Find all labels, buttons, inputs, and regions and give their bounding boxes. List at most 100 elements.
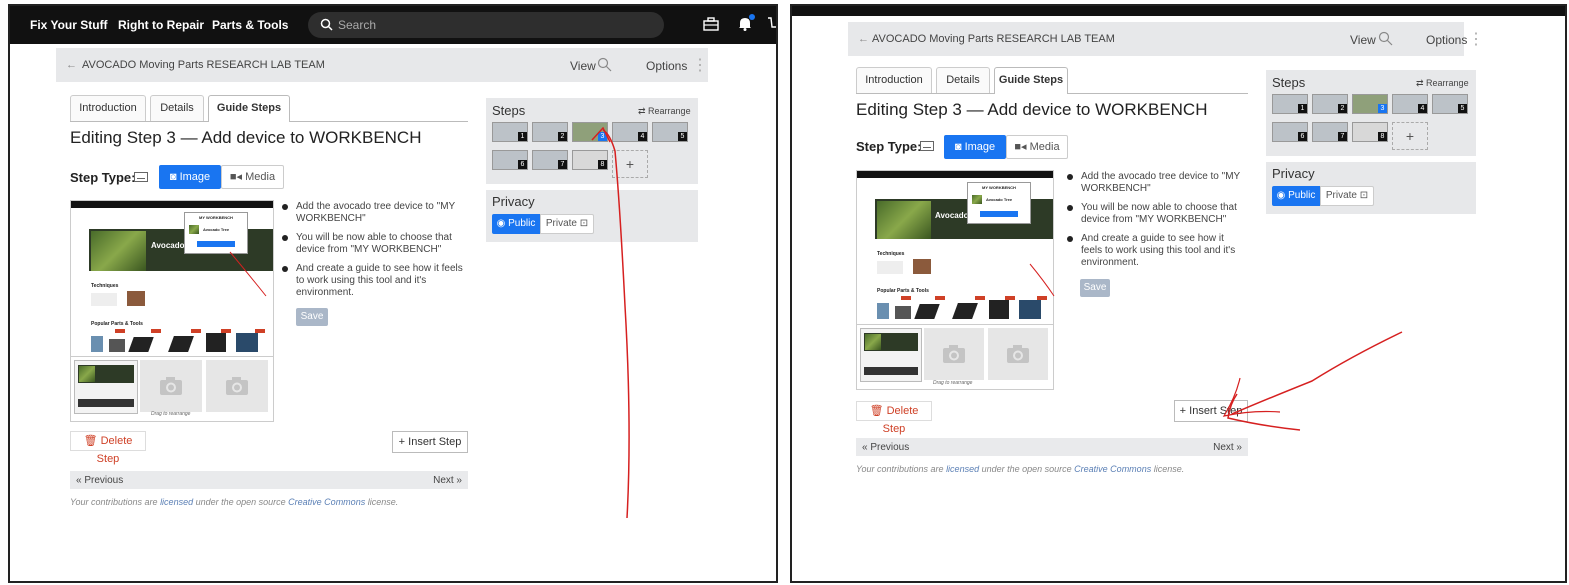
back-arrow-icon[interactable]: ← — [858, 33, 869, 45]
view-button[interactable]: View — [1350, 33, 1376, 47]
image-slot-1[interactable] — [860, 328, 922, 382]
media-step-type-button[interactable]: ■◂ Media — [221, 165, 284, 189]
lock-icon: ⊡ — [576, 218, 589, 229]
step-number: 4 — [1418, 104, 1427, 113]
bullet-item[interactable]: Add the avocado tree device to "MY WORKB… — [282, 201, 472, 225]
add-step-button[interactable]: + — [612, 150, 648, 178]
step-thumb-1[interactable]: 1 — [1272, 94, 1308, 114]
guide-title-link[interactable]: AVOCADO Moving Parts RESEARCH LAB TEAM — [82, 59, 325, 71]
tab-guide-steps[interactable]: Guide Steps — [208, 95, 290, 122]
step-thumb-5[interactable]: 5 — [1432, 94, 1468, 114]
steps-panel: Steps ⇄ Rearrange 1 2 3 4 5 6 7 8 + — [486, 98, 698, 184]
nav-fix-your-stuff[interactable]: Fix Your Stuff — [30, 18, 108, 32]
film-icon: ■◂ — [229, 171, 246, 183]
save-button[interactable]: Save — [296, 308, 328, 326]
public-toggle[interactable]: ◉ Public — [492, 214, 540, 234]
licensed-link[interactable]: licensed — [946, 464, 979, 474]
nav-parts-tools[interactable]: Parts & Tools — [212, 18, 288, 32]
camera-icon — [160, 377, 182, 395]
kebab-icon[interactable]: ⋮ — [1468, 29, 1484, 49]
tab-details[interactable]: Details — [150, 95, 204, 121]
options-button[interactable]: Options — [646, 59, 687, 73]
private-toggle[interactable]: Private ⊡ — [1320, 186, 1374, 206]
image-slot-3[interactable] — [988, 328, 1048, 380]
thumb-techniques: Techniques — [877, 251, 905, 257]
guide-title-link[interactable]: AVOCADO Moving Parts RESEARCH LAB TEAM — [872, 33, 1115, 45]
image-step-type-button[interactable]: ◙ Image — [159, 165, 221, 189]
image-slot-3[interactable] — [206, 360, 268, 412]
next-link[interactable]: Next » — [433, 475, 462, 486]
step-type-label: Step Type: — [856, 139, 922, 154]
add-step-button[interactable]: + — [1392, 122, 1428, 150]
licensed-link[interactable]: licensed — [160, 497, 193, 507]
step-thumb-7[interactable]: 7 — [532, 150, 568, 170]
kebab-icon[interactable]: ⋮ — [692, 55, 708, 75]
tab-guide-steps[interactable]: Guide Steps — [994, 67, 1068, 94]
creative-commons-link[interactable]: Creative Commons — [288, 497, 365, 507]
save-button[interactable]: Save — [1080, 279, 1110, 297]
private-toggle[interactable]: Private ⊡ — [540, 214, 594, 234]
back-arrow-icon[interactable]: ← — [66, 59, 77, 71]
delete-step-button[interactable]: 🗑 Delete Step — [856, 401, 932, 435]
insert-step-button[interactable]: + Insert Step — [392, 431, 468, 453]
rearrange-button[interactable]: ⇄ Rearrange — [638, 106, 691, 117]
private-label: Private — [545, 218, 577, 229]
creative-commons-link[interactable]: Creative Commons — [1074, 464, 1151, 474]
tab-introduction[interactable]: Introduction — [70, 95, 146, 121]
step-thumb-5[interactable]: 5 — [652, 122, 688, 142]
image-label: Image — [964, 141, 996, 153]
step-thumb-4[interactable]: 4 — [1392, 94, 1428, 114]
rearrange-button[interactable]: ⇄ Rearrange — [1416, 78, 1469, 89]
media-label: Media — [245, 171, 276, 183]
bullet-item[interactable]: You will be now able to choose that devi… — [282, 232, 472, 256]
previous-link[interactable]: « Previous — [862, 442, 909, 453]
breadcrumb: ← AVOCADO Moving Parts RESEARCH LAB TEAM… — [848, 22, 1484, 56]
privacy-title: Privacy — [492, 194, 535, 209]
view-button[interactable]: View — [570, 59, 596, 73]
step-thumb-8[interactable]: 8 — [1352, 122, 1388, 142]
search-icon[interactable] — [597, 57, 612, 72]
image-slot-2[interactable] — [140, 360, 202, 412]
bullet-item[interactable]: And create a guide to see how it feels t… — [282, 263, 472, 299]
privacy-panel: Privacy ◉ Public Private ⊡ — [1266, 162, 1476, 214]
step-main-image[interactable]: Avocado Tree MY WORKBENCH Avocado Tree T… — [856, 170, 1054, 326]
step-thumb-3[interactable]: 3 — [572, 122, 608, 142]
popup-item: Avocado Tree — [203, 227, 230, 232]
step-thumb-1[interactable]: 1 — [492, 122, 528, 142]
previous-link[interactable]: « Previous — [76, 475, 123, 486]
nav-right-to-repair[interactable]: Right to Repair — [118, 18, 204, 32]
public-toggle[interactable]: ◉ Public — [1272, 186, 1320, 206]
image-slot-2[interactable] — [924, 328, 984, 380]
tab-introduction[interactable]: Introduction — [856, 67, 932, 93]
toolbox-icon[interactable] — [703, 17, 719, 31]
step-number: 2 — [558, 132, 567, 141]
step-thumb-2[interactable]: 2 — [1312, 94, 1348, 114]
search-icon[interactable] — [1378, 31, 1393, 46]
step-number: 5 — [1458, 104, 1467, 113]
bullet-item[interactable]: You will be now able to choose that devi… — [1067, 202, 1247, 226]
step-thumb-8[interactable]: 8 — [572, 150, 608, 170]
step-number: 6 — [1298, 132, 1307, 141]
step-thumb-2[interactable]: 2 — [532, 122, 568, 142]
image-step-type-button[interactable]: ◙ Image — [944, 135, 1006, 159]
next-link[interactable]: Next » — [1213, 442, 1242, 453]
workbench-popup: MY WORKBENCH Avocado Tree — [184, 212, 248, 254]
step-thumb-4[interactable]: 4 — [612, 122, 648, 142]
search-input[interactable]: Search — [308, 12, 664, 38]
step-number: 8 — [598, 160, 607, 169]
options-button[interactable]: Options — [1426, 33, 1467, 47]
step-thumb-6[interactable]: 6 — [1272, 122, 1308, 142]
step-thumb-3[interactable]: 3 — [1352, 94, 1388, 114]
media-step-type-button[interactable]: ■◂ Media — [1006, 135, 1068, 159]
step-thumb-7[interactable]: 7 — [1312, 122, 1348, 142]
bullet-item[interactable]: And create a guide to see how it feels t… — [1067, 233, 1247, 269]
tab-details[interactable]: Details — [936, 67, 990, 93]
step-main-image[interactable]: Avocado Tree MY WORKBENCH Avocado Tree T… — [70, 200, 274, 360]
insert-step-button[interactable]: + Insert Step — [1174, 400, 1248, 422]
image-slot-1[interactable] — [74, 360, 138, 414]
bullet-item[interactable]: Add the avocado tree device to "MY WORKB… — [1067, 171, 1247, 195]
delete-step-button[interactable]: 🗑 Delete Step — [70, 431, 146, 465]
step-thumb-6[interactable]: 6 — [492, 150, 528, 170]
cart-icon[interactable] — [768, 17, 778, 31]
top-navigation-edge — [792, 6, 1565, 16]
